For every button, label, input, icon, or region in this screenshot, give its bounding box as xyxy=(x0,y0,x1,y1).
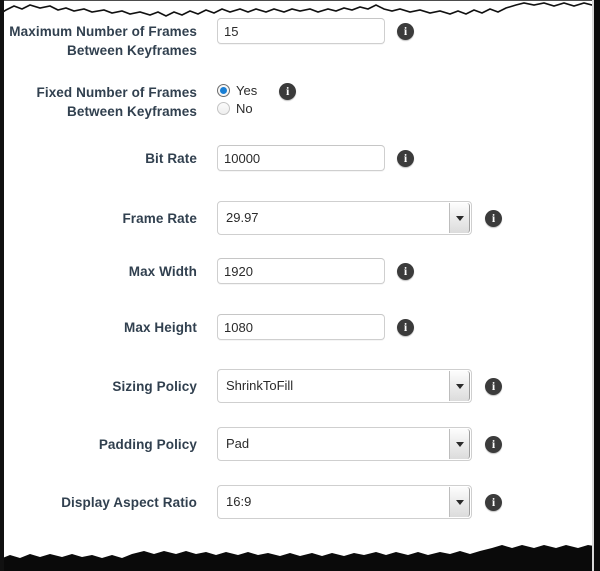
field-row-max-keyframe-frames: Maximum Number of Frames Between Keyfram… xyxy=(0,18,600,60)
info-slot-max-width: i xyxy=(397,258,414,284)
label-padding-policy: Padding Policy xyxy=(98,437,197,452)
info-slot-frame-rate: i xyxy=(485,201,502,235)
sizing-policy-select[interactable]: ShrinkToFill xyxy=(217,369,472,403)
chevron-down-icon[interactable] xyxy=(449,371,470,401)
control-padding-policy: Pad i xyxy=(217,427,502,461)
label-frame-rate: Frame Rate xyxy=(122,211,197,226)
display-aspect-ratio-select[interactable]: 16:9 xyxy=(217,485,472,519)
field-row-frame-rate: Frame Rate 29.97 i xyxy=(0,201,600,235)
field-row-max-width: Max Width i xyxy=(0,258,600,284)
chevron-down-icon[interactable] xyxy=(449,487,470,517)
padding-policy-select[interactable]: Pad xyxy=(217,427,472,461)
info-icon[interactable]: i xyxy=(485,377,502,395)
bit-rate-input[interactable] xyxy=(217,145,385,171)
label-bit-rate: Bit Rate xyxy=(145,151,197,166)
control-max-keyframe-frames: i xyxy=(217,18,414,44)
field-row-fixed-keyframe-frames: Fixed Number of Frames Between Keyframes… xyxy=(0,82,600,121)
info-slot-fixed-keyframe-frames: i xyxy=(279,82,297,100)
control-max-width: i xyxy=(217,258,414,284)
info-icon[interactable]: i xyxy=(397,22,414,40)
control-sizing-policy: ShrinkToFill i xyxy=(217,369,502,403)
info-slot-bit-rate: i xyxy=(397,145,414,171)
label-max-height: Max Height xyxy=(123,320,197,335)
info-icon[interactable]: i xyxy=(397,262,414,280)
frame-rate-selected-value: 29.97 xyxy=(226,210,259,225)
max-height-input[interactable] xyxy=(217,314,385,340)
radio-option-yes[interactable]: Yes xyxy=(217,83,257,98)
info-icon[interactable]: i xyxy=(485,435,502,453)
radio-yes-indicator[interactable] xyxy=(217,84,230,97)
control-frame-rate: 29.97 i xyxy=(217,201,502,235)
max-width-input[interactable] xyxy=(217,258,385,284)
label-max-width: Max Width xyxy=(128,264,197,279)
frame-rate-select[interactable]: 29.97 xyxy=(217,201,472,235)
max-keyframe-frames-input[interactable] xyxy=(217,18,385,44)
info-icon[interactable]: i xyxy=(485,209,502,227)
field-row-sizing-policy: Sizing Policy ShrinkToFill i xyxy=(0,369,600,403)
settings-form-panel: Maximum Number of Frames Between Keyfram… xyxy=(0,0,600,571)
info-slot-display-aspect-ratio: i xyxy=(485,485,502,519)
field-row-max-height: Max Height i xyxy=(0,314,600,340)
info-icon[interactable]: i xyxy=(397,318,414,336)
control-fixed-keyframe-frames: Yes No i xyxy=(217,82,297,116)
display-aspect-ratio-selected-value: 16:9 xyxy=(226,494,252,509)
info-slot-max-height: i xyxy=(397,314,414,340)
control-display-aspect-ratio: 16:9 i xyxy=(217,485,502,519)
label-sizing-policy: Sizing Policy xyxy=(112,379,197,394)
field-row-display-aspect-ratio: Display Aspect Ratio 16:9 i xyxy=(0,485,600,519)
padding-policy-selected-value: Pad xyxy=(226,436,250,451)
form-body: Maximum Number of Frames Between Keyfram… xyxy=(0,18,600,519)
radio-no-indicator[interactable] xyxy=(217,102,230,115)
control-bit-rate: i xyxy=(217,145,414,171)
radio-yes-label: Yes xyxy=(236,83,258,98)
label-fixed-keyframe-frames: Fixed Number of Frames Between Keyframes xyxy=(36,85,197,119)
info-icon[interactable]: i xyxy=(397,149,414,167)
info-icon[interactable]: i xyxy=(485,493,502,511)
info-slot-sizing-policy: i xyxy=(485,369,502,403)
label-max-keyframe-frames: Maximum Number of Frames Between Keyfram… xyxy=(9,24,197,58)
chevron-down-icon[interactable] xyxy=(449,203,470,233)
info-icon[interactable]: i xyxy=(279,82,297,100)
field-row-bit-rate: Bit Rate i xyxy=(0,145,600,171)
sizing-policy-selected-value: ShrinkToFill xyxy=(226,378,294,393)
field-row-padding-policy: Padding Policy Pad i xyxy=(0,427,600,461)
torn-edge-bottom xyxy=(0,537,600,571)
info-slot-padding-policy: i xyxy=(485,427,502,461)
chevron-down-icon[interactable] xyxy=(449,429,470,459)
control-max-height: i xyxy=(217,314,414,340)
radio-option-no[interactable]: No xyxy=(217,101,257,116)
radio-no-label: No xyxy=(236,101,253,116)
info-slot-max-keyframe-frames: i xyxy=(397,18,414,44)
label-display-aspect-ratio: Display Aspect Ratio xyxy=(61,495,197,510)
fixed-keyframe-frames-radio-group: Yes No xyxy=(217,82,257,116)
